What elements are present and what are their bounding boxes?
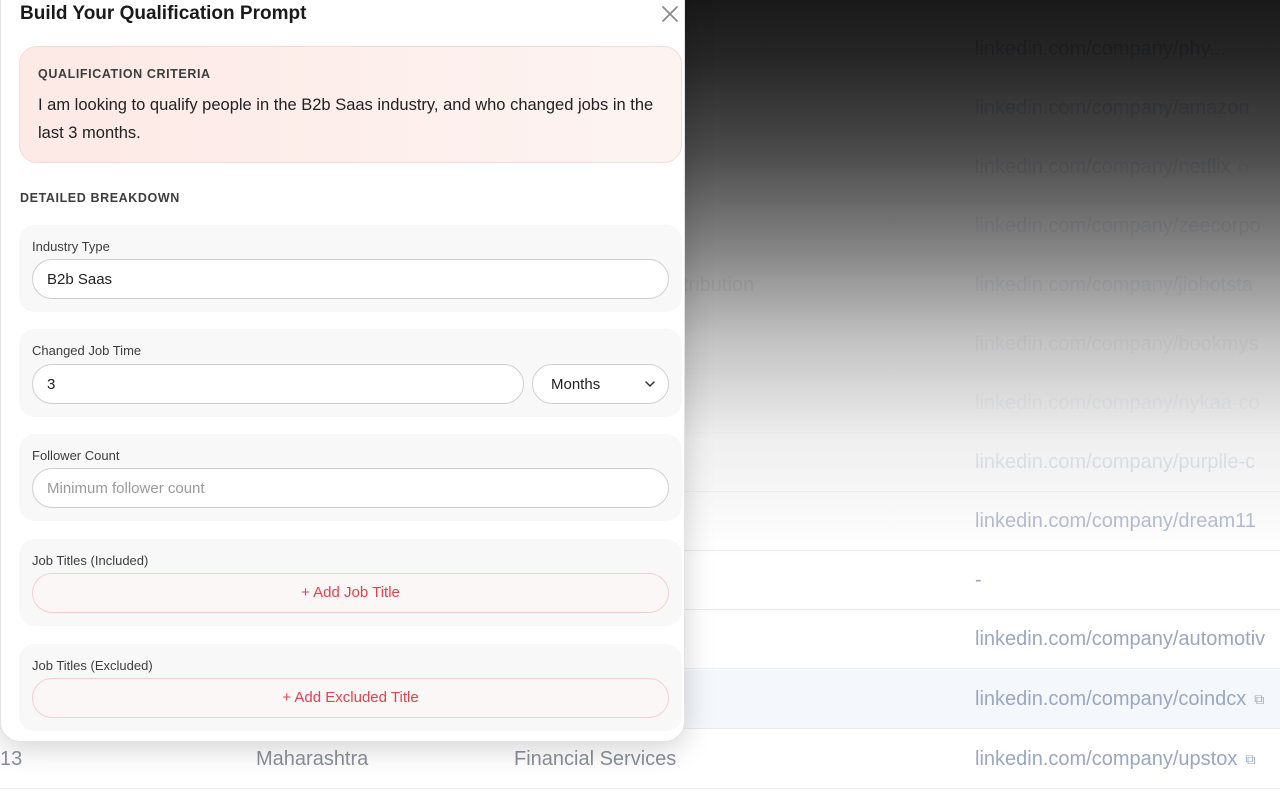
- modal-title: Build Your Qualification Prompt: [20, 3, 307, 24]
- table-cell-link[interactable]: linkedin.com/company/nykaa-co: [975, 374, 1280, 433]
- titles-excluded-label: Job Titles (Excluded): [32, 658, 153, 673]
- industry-label: Industry Type: [32, 239, 110, 254]
- job-time-unit-select[interactable]: Months: [532, 364, 669, 404]
- external-link-icon[interactable]: ⧉: [1254, 670, 1264, 729]
- table-cell-link[interactable]: linkedin.com/company/bookmys: [975, 315, 1280, 374]
- follower-count-input[interactable]: [32, 468, 669, 508]
- table-cell-link[interactable]: linkedin.com/company/coindcx ⧉: [975, 670, 1280, 729]
- table-cell-link[interactable]: linkedin.com/company/dream11: [975, 492, 1280, 551]
- job-time-input[interactable]: [32, 364, 524, 404]
- titles-included-field-card: Job Titles (Included) + Add Job Title: [19, 539, 682, 626]
- close-button[interactable]: [658, 2, 682, 26]
- table-link-text[interactable]: linkedin.com/company/upstox: [975, 748, 1237, 770]
- job-time-label: Changed Job Time: [32, 343, 142, 358]
- breakdown-label: DETAILED BREAKDOWN: [20, 191, 180, 205]
- close-icon[interactable]: [658, 2, 682, 26]
- add-excluded-title-button[interactable]: + Add Excluded Title: [32, 678, 669, 718]
- table-cell-link[interactable]: linkedin.com/company/netflix ⧉: [975, 138, 1280, 197]
- job-time-unit-value: Months: [551, 376, 601, 393]
- industry-input[interactable]: [32, 259, 669, 299]
- follower-field-card: Follower Count: [19, 434, 682, 521]
- titles-excluded-field-card: Job Titles (Excluded) + Add Excluded Tit…: [19, 644, 682, 731]
- table-cell-link[interactable]: linkedin.com/company/phy...: [975, 20, 1280, 79]
- table-cell-link[interactable]: linkedin.com/company/upstox ⧉: [975, 730, 1280, 789]
- industry-field-card: Industry Type: [19, 225, 682, 312]
- criteria-label: QUALIFICATION CRITERIA: [38, 67, 211, 81]
- table-cell-link[interactable]: linkedin.com/company/purplle-c: [975, 433, 1280, 492]
- add-job-title-button[interactable]: + Add Job Title: [32, 573, 669, 613]
- table-cell-link[interactable]: linkedin.com/company/automotiv: [975, 610, 1280, 669]
- table-cell-link[interactable]: linkedin.com/company/amazon: [975, 79, 1280, 138]
- table-link-text[interactable]: linkedin.com/company/coindcx: [975, 688, 1246, 710]
- titles-included-label: Job Titles (Included): [32, 553, 149, 568]
- criteria-text: I am looking to qualify people in the B2…: [38, 96, 654, 142]
- table-cell-link: -: [975, 569, 982, 591]
- job-time-field-card: Changed Job Time Months: [19, 329, 682, 417]
- external-link-icon[interactable]: ⧉: [1239, 138, 1249, 197]
- table-cell-link[interactable]: linkedin.com/company/zeecorpo: [975, 197, 1280, 256]
- chevron-down-icon: [645, 381, 655, 388]
- table-link-text[interactable]: linkedin.com/company/netflix: [975, 156, 1231, 178]
- table-cell-link[interactable]: linkedin.com/company/jiohotsta: [975, 256, 1280, 315]
- criteria-card: QUALIFICATION CRITERIA I am looking to q…: [19, 46, 682, 163]
- external-link-icon[interactable]: ⧉: [1245, 730, 1255, 789]
- qualification-modal: Build Your Qualification Prompt QUALIFIC…: [0, 0, 685, 742]
- follower-label: Follower Count: [32, 448, 120, 463]
